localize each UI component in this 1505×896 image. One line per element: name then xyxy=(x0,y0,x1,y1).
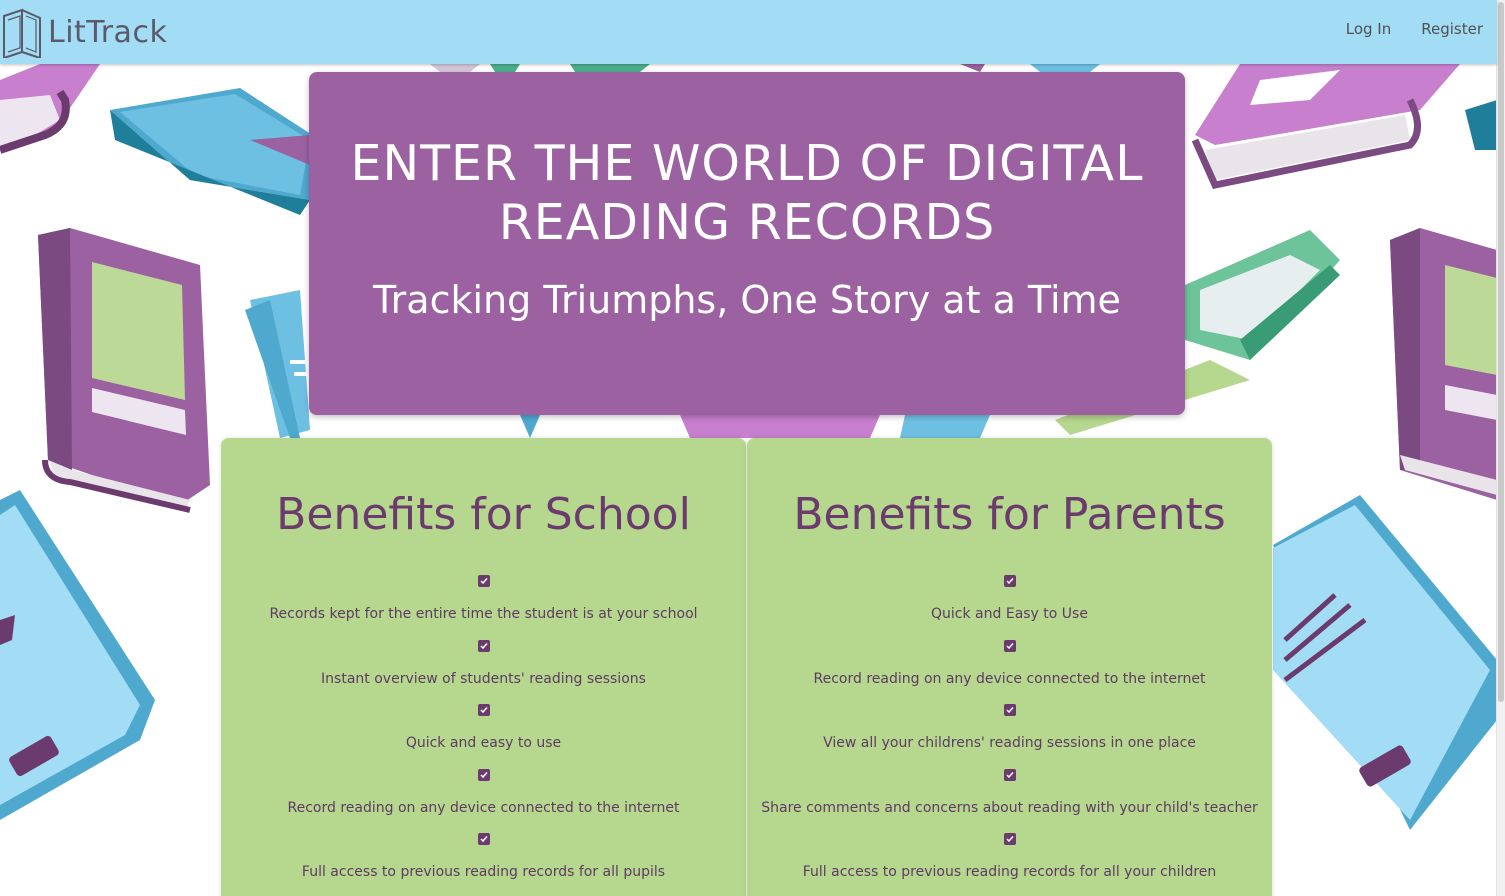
benefit-text: Record reading on any device connected t… xyxy=(813,670,1206,687)
school-benefits-title: Benefits for School xyxy=(276,489,691,540)
list-item: Record reading on any device connected t… xyxy=(221,768,746,834)
parents-benefits-card: Benefits for Parents Quick and Easy to U… xyxy=(747,438,1272,896)
list-item: Quick and easy to use xyxy=(221,704,746,769)
hero-banner: ENTER THE WORLD OF DIGITAL READING RECOR… xyxy=(309,72,1185,415)
list-item: Instant overview of students' reading se… xyxy=(221,639,746,705)
list-item: Quick and Easy to Use xyxy=(747,575,1272,640)
checkbox-checked-icon xyxy=(477,575,490,587)
school-benefits-list: Records kept for the entire time the stu… xyxy=(221,575,746,896)
checkbox-checked-icon xyxy=(477,768,490,781)
open-book-icon xyxy=(3,8,41,58)
checkbox-checked-icon xyxy=(1003,704,1016,716)
benefit-text: Instant overview of students' reading se… xyxy=(321,670,646,687)
page: LitTrack Log In Register ENTER THE WORLD… xyxy=(0,0,1505,896)
benefit-text: Quick and easy to use xyxy=(405,735,562,751)
checkbox-checked-icon xyxy=(1003,575,1016,587)
book-illustration xyxy=(1390,228,1497,500)
book-illustration xyxy=(110,88,320,215)
checkbox-checked-icon xyxy=(477,704,490,716)
parents-benefits-list: Quick and Easy to Use Record reading on … xyxy=(747,575,1272,896)
book-illustration xyxy=(0,64,100,154)
book-illustration xyxy=(1191,64,1460,189)
checkbox-checked-icon xyxy=(477,833,490,845)
benefit-text: Record reading on any device connected t… xyxy=(287,799,680,816)
nav-links: Log In Register xyxy=(1346,20,1483,38)
list-item: Full access to previous reading records … xyxy=(747,833,1272,896)
book-illustration xyxy=(1273,495,1497,830)
school-benefits-card: Benefits for School Records kept for the… xyxy=(221,438,746,896)
checkbox-checked-icon xyxy=(1003,639,1016,652)
benefit-text: Full access to previous reading records … xyxy=(802,864,1217,880)
benefit-text: Share comments and concerns about readin… xyxy=(761,799,1258,816)
register-link[interactable]: Register xyxy=(1421,20,1483,38)
checkbox-checked-icon xyxy=(477,639,490,652)
book-illustration xyxy=(0,490,155,820)
list-item: Full access to previous reading records … xyxy=(221,833,746,896)
list-item: Records kept for the entire time the stu… xyxy=(221,575,746,640)
brand-name: LitTrack xyxy=(48,14,168,50)
benefit-text: Full access to previous reading records … xyxy=(301,864,666,880)
checkbox-checked-icon xyxy=(1003,768,1016,781)
book-illustration xyxy=(245,290,310,438)
book-illustration xyxy=(38,228,210,513)
page-scrollbar[interactable] xyxy=(1496,0,1505,896)
login-link[interactable]: Log In xyxy=(1346,20,1392,38)
benefit-text: View all your childrens' reading session… xyxy=(823,735,1196,751)
benefit-text: Records kept for the entire time the stu… xyxy=(269,606,698,622)
scrollbar-thumb[interactable] xyxy=(1498,2,1504,702)
hero-subtitle: Tracking Triumphs, One Story at a Time xyxy=(373,278,1121,322)
benefit-text: Quick and Easy to Use xyxy=(931,606,1088,622)
list-item: Share comments and concerns about readin… xyxy=(747,768,1272,834)
hero-title: ENTER THE WORLD OF DIGITAL READING RECOR… xyxy=(350,135,1144,251)
list-item: Record reading on any device connected t… xyxy=(747,639,1272,705)
list-item: View all your childrens' reading session… xyxy=(747,704,1272,769)
top-navbar: LitTrack Log In Register xyxy=(0,0,1497,64)
parents-benefits-title: Benefits for Parents xyxy=(793,489,1226,540)
brand-logo[interactable]: LitTrack xyxy=(0,6,167,58)
checkbox-checked-icon xyxy=(1003,833,1016,845)
